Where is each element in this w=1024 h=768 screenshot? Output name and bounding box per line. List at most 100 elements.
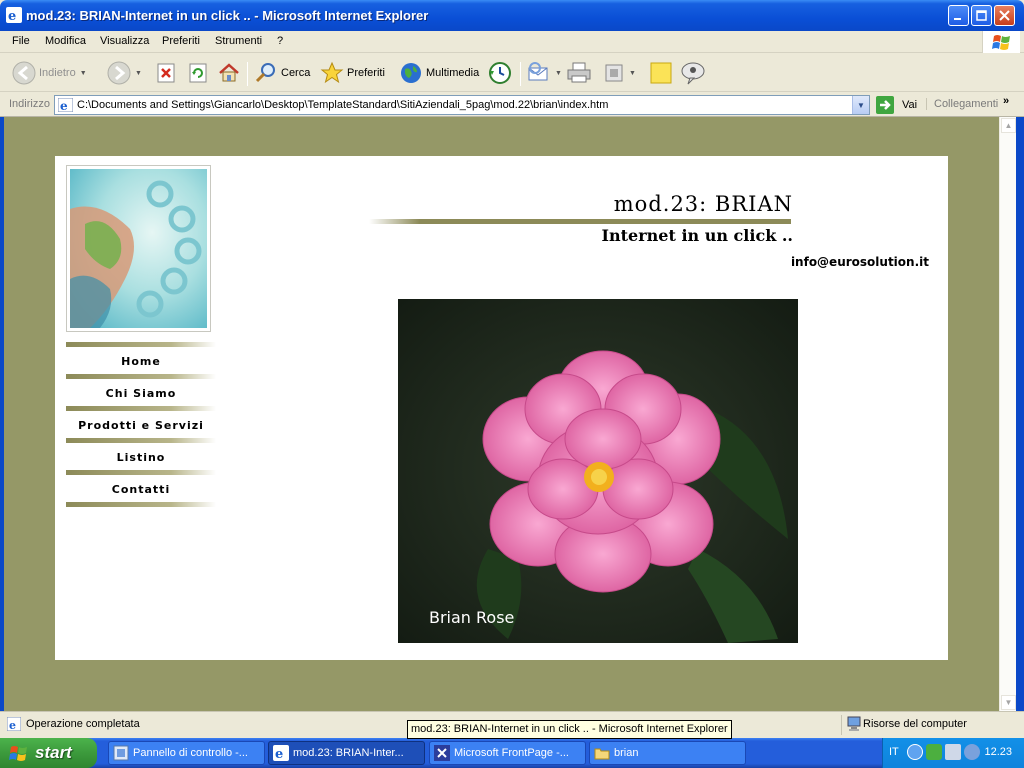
vertical-scrollbar[interactable]: ▲ ▼ [999, 117, 1016, 711]
start-label: start [35, 743, 72, 762]
taskbar-item-control-panel[interactable]: Pannello di controllo -... [108, 741, 265, 765]
stop-button[interactable] [155, 60, 177, 86]
clock: 12.23 [984, 746, 1012, 758]
ie-page-icon: e [58, 98, 73, 112]
address-dropdown-icon[interactable]: ▼ [852, 96, 869, 114]
favorites-star-icon [320, 61, 344, 84]
messenger-icon [681, 62, 705, 85]
system-tray: IT 12.23 [882, 738, 1024, 768]
start-button[interactable]: start [0, 738, 97, 768]
language-indicator[interactable]: IT [889, 746, 899, 758]
links-chevron-icon[interactable]: » [1003, 95, 1009, 107]
back-button[interactable]: Indietro ▼ [12, 60, 87, 86]
edit-dropdown-icon[interactable]: ▼ [629, 70, 636, 77]
ie-task-icon: e [273, 745, 289, 761]
sticky-note-icon [650, 62, 672, 84]
taskbar-item-frontpage[interactable]: Microsoft FrontPage -... [429, 741, 586, 765]
tray-network-icon[interactable] [926, 744, 942, 760]
edit-button[interactable]: ▼ [603, 60, 636, 86]
history-button[interactable] [488, 60, 512, 86]
favorites-label: Preferiti [347, 67, 385, 79]
go-arrow-icon [876, 96, 894, 114]
task-label: Microsoft FrontPage -... [454, 747, 569, 759]
nav-divider [66, 438, 216, 443]
address-url[interactable]: C:\Documents and Settings\Giancarlo\Desk… [77, 99, 608, 111]
maximize-button[interactable] [971, 5, 992, 26]
hero-caption: Brian Rose [429, 608, 515, 627]
contact-email-link[interactable]: info@eurosolution.it [791, 255, 929, 269]
messenger-button[interactable] [680, 60, 706, 86]
taskbar-item-folder[interactable]: brian [589, 741, 746, 765]
home-button[interactable] [217, 60, 241, 86]
address-label: Indirizzo [9, 98, 50, 110]
nav-listino[interactable]: Listino [66, 451, 216, 465]
menu-modifica[interactable]: Modifica [45, 35, 86, 47]
discuss-button[interactable] [649, 60, 673, 86]
address-input[interactable]: e C:\Documents and Settings\Giancarlo\De… [54, 95, 870, 115]
nav-divider [66, 374, 216, 379]
minimize-button[interactable] [948, 5, 969, 26]
tray-globe-icon[interactable] [964, 744, 980, 760]
nav-divider [66, 342, 216, 347]
scroll-up-icon[interactable]: ▲ [1001, 118, 1016, 133]
go-button[interactable]: Vai [876, 96, 917, 114]
nav-chi-siamo[interactable]: Chi Siamo [66, 387, 216, 401]
media-label: Multimedia [426, 67, 480, 79]
menu-visualizza[interactable]: Visualizza [100, 35, 149, 47]
task-label: Pannello di controllo -... [133, 747, 248, 759]
taskbar-item-internet-explorer[interactable]: e mod.23: BRIAN-Inter... [268, 741, 425, 765]
tray-expand-icon[interactable] [907, 744, 923, 760]
header-photo [66, 165, 211, 332]
media-globe-icon [401, 63, 421, 83]
close-button[interactable] [994, 5, 1015, 26]
scroll-down-icon[interactable]: ▼ [1001, 695, 1016, 710]
links-label[interactable]: Collegamenti [926, 98, 998, 110]
title-bar[interactable]: e mod.23: BRIAN-Internet in un click .. … [0, 0, 1024, 31]
nav-divider [66, 502, 216, 507]
ie-app-icon[interactable]: e [6, 7, 22, 23]
menu-strumenti[interactable]: Strumenti [215, 35, 262, 47]
forward-dropdown-icon[interactable]: ▼ [135, 70, 142, 77]
refresh-icon [189, 63, 207, 83]
windows-flag-icon [9, 746, 27, 761]
svg-text:e: e [275, 747, 283, 761]
site-nav: Home Chi Siamo Prodotti e Servizi Listin… [66, 342, 216, 515]
my-computer-icon [847, 716, 861, 731]
search-icon [255, 63, 275, 83]
refresh-button[interactable] [187, 60, 209, 86]
search-label: Cerca [281, 67, 311, 79]
nav-prodotti-servizi[interactable]: Prodotti e Servizi [66, 419, 216, 433]
folder-icon [594, 748, 610, 760]
forward-button[interactable]: ▼ [107, 60, 142, 86]
search-button[interactable]: Cerca [254, 60, 310, 86]
maximize-icon [976, 10, 987, 21]
task-label: brian [614, 747, 639, 759]
menu-file[interactable]: File [12, 35, 30, 47]
site-title: mod.23: BRIAN [613, 192, 793, 216]
window-border-right [1016, 117, 1024, 711]
mail-button[interactable]: ▼ [527, 60, 562, 86]
nav-divider [66, 470, 216, 475]
media-button[interactable]: Multimedia [399, 60, 479, 86]
print-button[interactable] [566, 60, 592, 86]
title-divider [369, 219, 791, 224]
nav-contatti[interactable]: Contatti [66, 483, 216, 497]
page-done-icon: e [7, 717, 21, 731]
tray-monitor-icon[interactable] [945, 744, 961, 760]
status-divider [841, 715, 842, 735]
svg-text:e: e [9, 719, 16, 731]
back-dropdown-icon[interactable]: ▼ [80, 70, 87, 77]
mail-dropdown-icon[interactable]: ▼ [555, 70, 562, 77]
printer-icon [567, 62, 591, 83]
back-label: Indietro [39, 67, 76, 79]
menu-help[interactable]: ? [277, 35, 283, 47]
window-title: mod.23: BRIAN-Internet in un click .. - … [26, 8, 429, 23]
control-panel-icon [113, 745, 129, 761]
security-zone-text: Risorse del computer [863, 718, 967, 730]
hero-image: Brian Rose [398, 299, 798, 643]
site-page: Home Chi Siamo Prodotti e Servizi Listin… [55, 156, 948, 660]
edit-page-icon [605, 64, 623, 82]
favorites-button[interactable]: Preferiti [320, 60, 385, 86]
menu-preferiti[interactable]: Preferiti [162, 35, 200, 47]
nav-home[interactable]: Home [66, 355, 216, 369]
